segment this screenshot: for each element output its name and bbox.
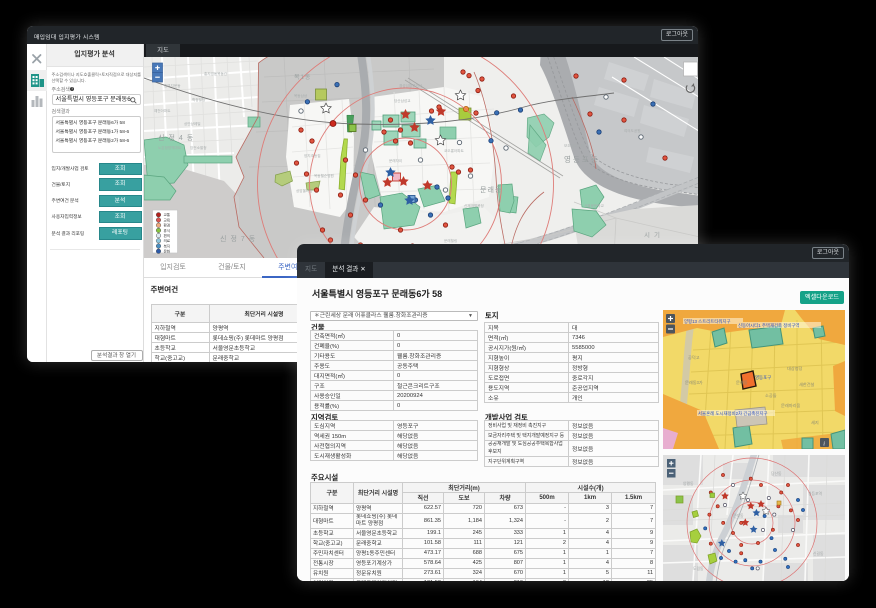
svg-text:복지: 복지 <box>163 243 170 248</box>
svg-text:영등포역: 영등포역 <box>808 491 822 496</box>
svg-text:예천아파트: 예천아파트 <box>154 108 171 113</box>
svg-text:당산동: 당산동 <box>771 471 782 476</box>
svg-text:편의: 편의 <box>163 233 170 238</box>
svg-text:공덕고: 공덕고 <box>688 354 700 361</box>
svg-text:문래마리움: 문래마리움 <box>781 402 800 409</box>
svg-text:경성섬겅부인사: 경성섬겅부인사 <box>399 83 423 88</box>
svg-text:중부지운동: 중부지운동 <box>164 83 181 88</box>
svg-text:학정빌딩: 학정빌딩 <box>192 97 205 102</box>
svg-text:신재개별목정: 신재개별목정 <box>464 203 484 208</box>
svg-text:양지초등집: 양지초등집 <box>304 153 321 158</box>
svg-text:문래자이: 문래자이 <box>389 158 402 163</box>
svg-text:세지: 세지 <box>811 419 819 426</box>
svg-text:시기: 시기 <box>644 230 664 239</box>
svg-text:목동힐순병원: 목동힐순병원 <box>314 173 334 178</box>
svg-text:목동삼상: 목동삼상 <box>294 93 308 98</box>
svg-text:여의도공원: 여의도공원 <box>624 128 641 133</box>
svg-text:새한건설: 새한건설 <box>799 381 815 388</box>
svg-text:신동아시티1 주택재건축 정비구역: 신동아시티1 주택재건축 정비구역 <box>738 322 799 329</box>
svg-text:목1동: 목1동 <box>294 74 311 81</box>
svg-text:문래동: 문래동 <box>736 379 748 386</box>
svg-text:보조정보교역: 보조정보교역 <box>564 143 584 148</box>
svg-text:홍지영동목동관: 홍지영동목동관 <box>204 71 228 76</box>
svg-text:당산삼성교: 당산삼성교 <box>394 98 411 103</box>
svg-text:문화: 문화 <box>163 249 170 254</box>
svg-text:소공들: 소공들 <box>765 393 777 398</box>
svg-text:영등포동: 영등포동 <box>564 154 600 164</box>
svg-text:문래동: 문래동 <box>480 185 502 194</box>
svg-text:상암올라정: 상암올라정 <box>296 188 313 193</box>
svg-text:양평동: 양평동 <box>683 481 694 486</box>
svg-text:환경: 환경 <box>163 223 170 228</box>
svg-text:신정7동: 신정7동 <box>220 234 259 243</box>
svg-text:교통: 교통 <box>163 212 170 217</box>
svg-text:서울윤문학교: 서울윤문학교 <box>584 203 605 208</box>
svg-text:문래동: 문래동 <box>733 513 744 518</box>
svg-text:도림동: 도림동 <box>693 566 704 571</box>
svg-text:양평13 스트리트타워지구: 양평13 스트리트타워지구 <box>684 318 731 325</box>
svg-text:신길동: 신길동 <box>813 551 824 556</box>
svg-text:앙전소멸청: 앙전소멸청 <box>190 145 207 150</box>
svg-text:서울혼례 도시재정비2차 긴급촉진지구: 서울혼례 도시재정비2차 긴급촉진지구 <box>698 410 768 417</box>
svg-text:노은정방역마트: 노은정방역마트 <box>158 145 182 150</box>
svg-text:대상청덩: 대상청덩 <box>787 365 803 372</box>
svg-text:문래힐링: 문래힐링 <box>444 238 457 243</box>
svg-text:영등포구: 영등포구 <box>755 374 771 381</box>
svg-text:신정4동: 신정4동 <box>158 133 197 142</box>
svg-text:문래동3가: 문래동3가 <box>685 379 703 386</box>
svg-text:교육: 교육 <box>163 218 170 222</box>
svg-text:의료: 의료 <box>163 238 170 243</box>
svg-text:휴식: 휴식 <box>163 228 170 233</box>
svg-text:상안상떼빌: 상안상떼빌 <box>184 121 201 126</box>
svg-text:코오롱아파트: 코오롱아파트 <box>444 148 465 153</box>
